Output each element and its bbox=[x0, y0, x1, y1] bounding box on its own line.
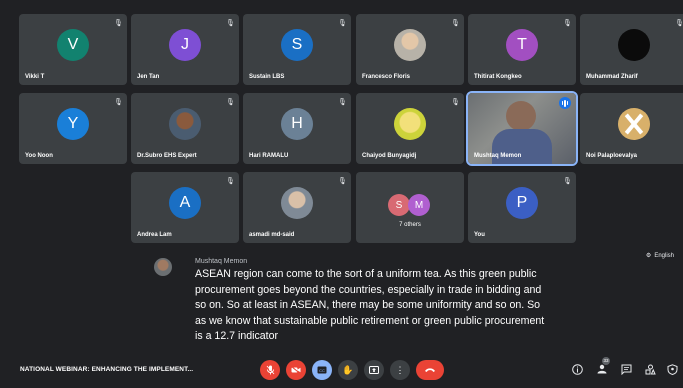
mic-off-icon: 🎙︎ bbox=[675, 20, 683, 27]
caption-speaker-name: Mushtaq Memon bbox=[195, 258, 248, 265]
caption-speaker-avatar bbox=[154, 258, 172, 276]
participant-name: Andrea Lam bbox=[137, 232, 172, 238]
participant-name: Yoo Noon bbox=[25, 153, 53, 159]
participant-tile[interactable]: A 🎙︎ Andrea Lam bbox=[131, 172, 239, 243]
mic-off-icon bbox=[266, 365, 274, 375]
activities-shapes-icon bbox=[645, 364, 656, 375]
avatar-photo bbox=[169, 107, 201, 140]
more-options-button[interactable]: ⋮ bbox=[390, 360, 410, 380]
camera-off-icon bbox=[291, 366, 301, 374]
mic-off-icon: 🎙︎ bbox=[338, 178, 347, 185]
avatar: T bbox=[506, 28, 538, 61]
caption-text: ASEAN region can come to the sort of a u… bbox=[195, 268, 545, 343]
active-speaker-tile[interactable]: Mushtaq Memon bbox=[466, 91, 578, 166]
mic-toggle-button[interactable] bbox=[260, 360, 280, 380]
participant-name: Dr.Subro EHS Expert bbox=[137, 153, 197, 159]
participant-tile[interactable]: Noi Palaploevalya bbox=[580, 93, 683, 164]
mic-off-icon: 🎙︎ bbox=[563, 20, 572, 27]
participant-tile[interactable]: J 🎙︎ Jen Tan bbox=[131, 14, 239, 85]
host-controls-button[interactable] bbox=[666, 364, 678, 376]
mic-off-icon: 🎙︎ bbox=[451, 20, 460, 27]
hand-icon: ✋ bbox=[342, 364, 354, 375]
avatar: A bbox=[169, 186, 201, 219]
participant-tile[interactable]: 🎙︎ Muhammad Zharif bbox=[580, 14, 683, 85]
present-screen-icon bbox=[369, 366, 379, 374]
chat-icon bbox=[621, 364, 631, 376]
raise-hand-button[interactable]: ✋ bbox=[338, 360, 358, 380]
participant-name: Thitirat Kongkeo bbox=[474, 74, 522, 80]
activities-button[interactable] bbox=[644, 364, 656, 376]
avatar: H bbox=[281, 107, 313, 140]
avatar-photo bbox=[394, 107, 426, 140]
avatar-photo bbox=[281, 186, 313, 219]
avatar-photo bbox=[618, 107, 650, 140]
participant-tile[interactable]: P 🎙︎ You bbox=[468, 172, 576, 243]
present-button[interactable] bbox=[364, 360, 384, 380]
participant-name: Muhammad Zharif bbox=[586, 74, 638, 80]
participant-name: Hari RAMALU bbox=[249, 153, 289, 159]
mic-off-icon: 🎙︎ bbox=[338, 99, 347, 106]
others-tile[interactable]: S M 7 others bbox=[356, 172, 464, 243]
participant-name: asmadi md-said bbox=[249, 232, 295, 238]
chat-button[interactable] bbox=[620, 364, 632, 376]
people-icon bbox=[597, 364, 607, 374]
participant-tile[interactable]: 🎙︎ Dr.Subro EHS Expert bbox=[131, 93, 239, 164]
people-button[interactable] bbox=[596, 364, 608, 376]
mic-off-icon: 🎙︎ bbox=[114, 20, 123, 27]
mic-off-icon: 🎙︎ bbox=[226, 178, 235, 185]
participant-tile[interactable]: 🎙︎ Francesco Floris bbox=[356, 14, 464, 85]
participant-tile[interactable]: V 🎙︎ Vikki T bbox=[19, 14, 127, 85]
avatar: P bbox=[506, 186, 538, 219]
mic-off-icon: 🎙︎ bbox=[226, 20, 235, 27]
avatar: S bbox=[388, 194, 410, 216]
people-count-badge: 33 bbox=[602, 357, 610, 365]
participant-name: Noi Palaploevalya bbox=[586, 153, 638, 159]
participant-name: Sustain LBS bbox=[249, 74, 285, 80]
mic-off-icon: 🎙︎ bbox=[338, 20, 347, 27]
camera-toggle-button[interactable] bbox=[286, 360, 306, 380]
avatar: S bbox=[281, 28, 313, 61]
closed-captions-icon: CC bbox=[317, 366, 327, 374]
avatar: Y bbox=[57, 107, 89, 140]
participant-tile[interactable]: Y 🎙︎ Yoo Noon bbox=[19, 93, 127, 164]
participant-tile[interactable]: 🎙︎ asmadi md-said bbox=[243, 172, 351, 243]
more-vert-icon: ⋮ bbox=[395, 364, 405, 375]
meeting-title: NATIONAL WEBINAR: ENHANCING THE IMPLEMEN… bbox=[20, 366, 194, 373]
participant-name: Chaiyod Bunyagidj bbox=[362, 153, 417, 159]
gear-icon: ⚙ bbox=[645, 253, 652, 259]
participant-tile[interactable]: H 🎙︎ Hari RAMALU bbox=[243, 93, 351, 164]
mic-off-icon: 🎙︎ bbox=[114, 99, 123, 106]
participant-name: Vikki T bbox=[25, 74, 45, 80]
hang-up-icon bbox=[425, 368, 435, 372]
avatar: M bbox=[408, 194, 430, 216]
avatar: J bbox=[169, 28, 201, 61]
language-label: English bbox=[654, 252, 674, 259]
info-icon bbox=[571, 364, 583, 375]
svg-text:CC: CC bbox=[319, 368, 325, 373]
participant-tile[interactable]: 🎙︎ Chaiyod Bunyagidj bbox=[356, 93, 464, 164]
avatar-photo bbox=[394, 28, 426, 61]
participant-name: You bbox=[474, 232, 485, 238]
shield-lock-icon bbox=[667, 364, 677, 376]
avatar: V bbox=[57, 28, 89, 61]
speaking-indicator-icon bbox=[559, 97, 571, 109]
meeting-details-button[interactable] bbox=[571, 364, 583, 376]
mic-off-icon: 🎙︎ bbox=[563, 178, 572, 185]
caption-language[interactable]: ⚙ English bbox=[645, 252, 674, 260]
avatar-photo bbox=[618, 28, 650, 61]
mic-off-icon: 🎙︎ bbox=[226, 99, 235, 106]
others-count: 7 others bbox=[399, 222, 421, 228]
participant-tile[interactable]: S 🎙︎ Sustain LBS bbox=[243, 14, 351, 85]
participant-name: Jen Tan bbox=[137, 74, 160, 80]
participant-tile[interactable]: T 🎙︎ Thitirat Kongkeo bbox=[468, 14, 576, 85]
end-call-button[interactable] bbox=[416, 360, 444, 380]
participant-name: Mushtaq Memon bbox=[474, 153, 522, 159]
captions-button[interactable]: CC bbox=[312, 360, 332, 380]
participant-name: Francesco Floris bbox=[362, 74, 411, 80]
mic-off-icon: 🎙︎ bbox=[451, 99, 460, 106]
